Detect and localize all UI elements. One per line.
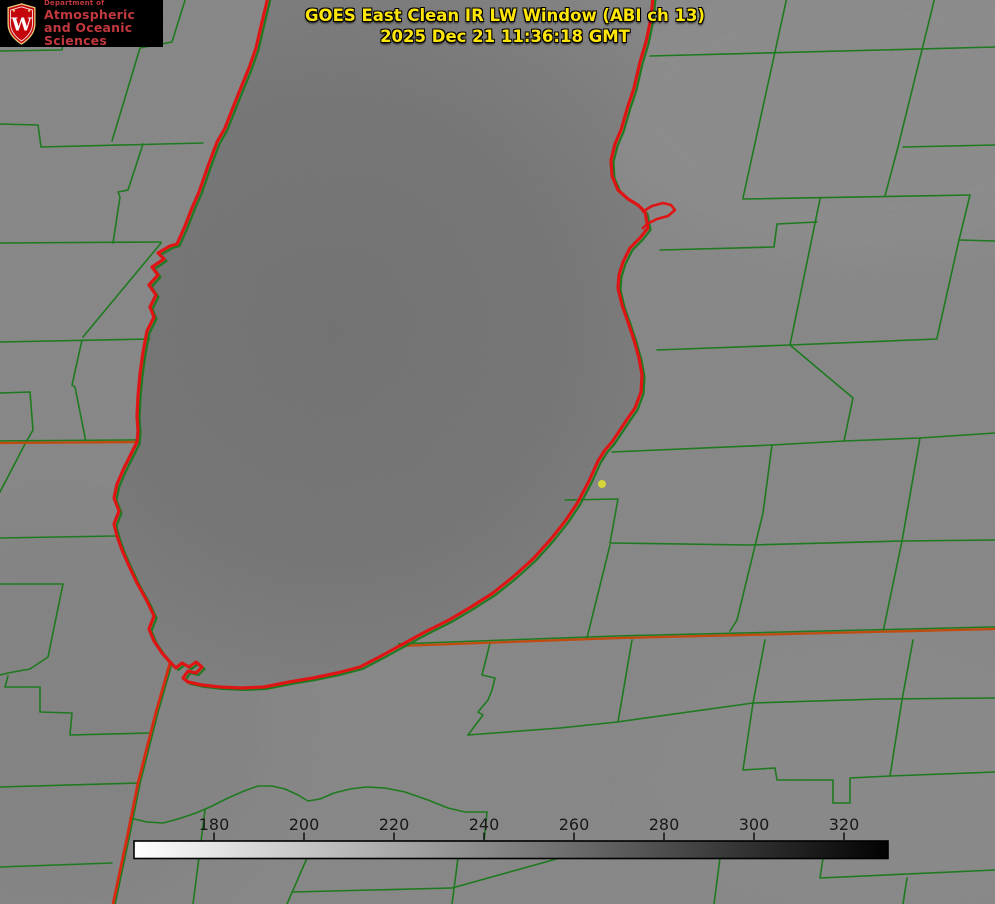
title-product-line: GOES East Clean IR LW Window (ABI ch 13) [305,6,705,25]
station-marker-dot [598,480,606,488]
state-boundary-line [0,440,139,445]
county-boundary-line [958,239,995,242]
logo-name-line2: and Oceanic Sciences [44,19,133,48]
colorbar-tick-label: 300 [739,815,770,834]
colorbar-tick-label: 180 [199,815,230,834]
noise-overlay [0,0,995,904]
state-boundary-green-line [0,439,139,442]
colorbar-tick-label: 200 [289,815,320,834]
colorbar-tick-label: 240 [469,815,500,834]
sensor-noise-layer [0,0,995,904]
colorbar-gradient-bar [133,840,889,860]
colorbar-tick-label: 260 [559,815,590,834]
colorbar-tick-label: 220 [379,815,410,834]
satellite-map-canvas: 180 200 220 240 260 280 300 320 [0,0,995,904]
svg-text:W: W [10,14,32,35]
title-datetime-line: 2025 Dec 21 11:36:18 GMT [380,27,630,46]
colorbar-tick-label: 280 [649,815,680,834]
uw-crest-icon: W [7,2,36,45]
logo-name-line1: Atmospheric [44,6,136,22]
colorbar-tick-label: 320 [829,815,860,834]
image-title-block: GOES East Clean IR LW Window (ABI ch 13)… [255,5,755,47]
uw-aos-logo: W Department of Atmospheric and Oceanic … [0,0,163,47]
satellite-image-viewer: 180 200 220 240 260 280 300 320 W Department of… [0,0,995,904]
logo-text: Department of Atmospheric and Oceanic Sc… [44,0,163,48]
county-boundary-line [0,241,162,244]
